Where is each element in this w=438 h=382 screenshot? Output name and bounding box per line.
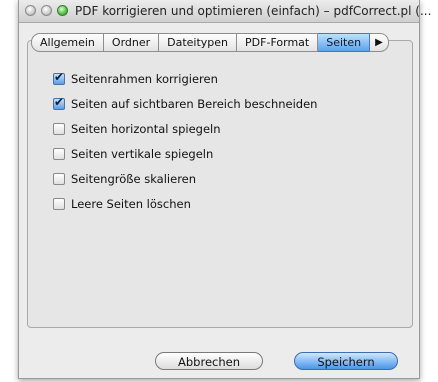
tab-seiten[interactable]: Seiten [318, 33, 371, 52]
dialog-window: PDF korrigieren und optimieren (einfach)… [18, 0, 431, 379]
option-seitenrahmen-korrigieren[interactable]: Seitenrahmen korrigieren [53, 66, 317, 91]
option-seiten-beschneiden[interactable]: Seiten auf sichtbaren Bereich beschneide… [53, 91, 317, 116]
zoom-window-icon[interactable] [57, 5, 68, 16]
option-label: Seiten horizontal spiegeln [71, 121, 221, 136]
save-button[interactable]: Speichern [294, 352, 398, 370]
tab-pdf-format[interactable]: PDF-Format [237, 33, 319, 52]
checkbox[interactable] [53, 70, 65, 85]
option-label: Seitenrahmen korrigieren [71, 71, 218, 86]
option-label: Seiten vertikale spiegeln [71, 146, 214, 161]
tab-dateitypen[interactable]: Dateitypen [159, 33, 238, 52]
cancel-button[interactable]: Abbrechen [155, 352, 263, 370]
checkbox[interactable] [53, 95, 65, 110]
option-label: Leere Seiten löschen [71, 196, 191, 211]
checkbox[interactable] [53, 122, 65, 135]
option-horizontal-spiegeln[interactable]: Seiten horizontal spiegeln [53, 116, 317, 141]
tab-scroll-right-icon[interactable]: ▶ [370, 33, 389, 52]
checkbox[interactable] [53, 197, 65, 210]
options-list: Seitenrahmen korrigieren Seiten auf sich… [53, 66, 317, 216]
checkbox[interactable] [53, 172, 65, 185]
option-leere-seiten-loeschen[interactable]: Leere Seiten löschen [53, 191, 317, 216]
tab-bar: Allgemein Ordner Dateitypen PDF-Format S… [31, 33, 389, 52]
window-title: PDF korrigieren und optimieren (einfach)… [75, 4, 432, 18]
option-seitengroesse-skalieren[interactable]: Seitengröße skalieren [53, 166, 317, 191]
minimize-window-icon[interactable] [41, 5, 52, 16]
tab-allgemein[interactable]: Allgemein [31, 33, 104, 52]
title-bar[interactable]: PDF korrigieren und optimieren (einfach)… [19, 0, 431, 23]
option-vertikale-spiegeln[interactable]: Seiten vertikale spiegeln [53, 141, 317, 166]
option-label: Seiten auf sichtbaren Bereich beschneide… [71, 96, 318, 111]
option-label: Seitengröße skalieren [71, 171, 197, 186]
tab-ordner[interactable]: Ordner [103, 33, 160, 52]
close-window-icon[interactable] [25, 5, 36, 16]
checkbox[interactable] [53, 147, 65, 160]
